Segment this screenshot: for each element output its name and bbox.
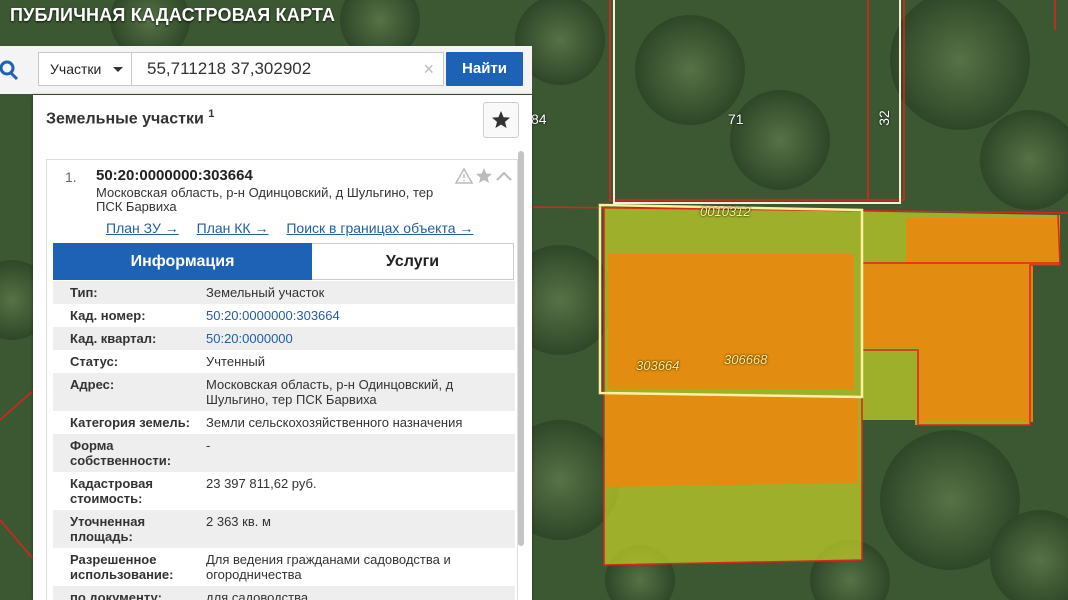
info-key: Кад. номер: <box>70 308 146 323</box>
map-label-32: 32 <box>875 110 892 126</box>
parcel-lower <box>606 393 858 487</box>
info-key: Кадастровая стоимость: <box>70 476 153 506</box>
info-row: Статус: Учтенный <box>53 350 515 373</box>
result-index: 1. <box>65 169 77 185</box>
result-address: Московская область, р-н Одинцовский, д Ш… <box>96 185 434 214</box>
info-row: Форма собственности: - <box>53 434 515 472</box>
map-label-84: 84 <box>531 111 547 127</box>
search-type-label: Участки <box>50 61 102 77</box>
info-value: 2 363 кв. м <box>206 514 271 529</box>
info-key: Форма собственности: <box>70 438 172 468</box>
favorite-button[interactable] <box>483 102 519 138</box>
map-label-303664: 303664 <box>636 358 680 373</box>
info-row: Кад. номер: 50:20:0000000:303664 <box>53 304 515 327</box>
star-icon <box>492 111 510 128</box>
info-row: Кад. квартал: 50:20:0000000 <box>53 327 515 350</box>
warning-icon[interactable] <box>455 167 474 184</box>
chevron-down-icon <box>113 67 123 72</box>
info-value: для садоводства <box>206 590 309 600</box>
info-key: Статус: <box>70 354 119 369</box>
info-row: Разрешенное использование: Для ведения гр… <box>53 548 515 586</box>
tab-services[interactable]: Услуги <box>312 243 514 280</box>
info-key: Уточненная площадь: <box>70 514 146 544</box>
info-row: Тип: Земельный участок <box>53 281 515 304</box>
info-value: Земли сельскохозяйственного назначения <box>206 415 463 430</box>
results-panel: Земельные участки 1 1. 50:20:0000000:303… <box>33 95 532 600</box>
info-value: 23 397 811,62 руб. <box>206 476 317 491</box>
info-key: Кад. квартал: <box>70 331 157 346</box>
result-cad-number[interactable]: 50:20:0000000:303664 <box>96 167 253 184</box>
star-outline-icon[interactable] <box>476 168 492 183</box>
panel-heading: Земельные участки <box>46 110 204 128</box>
info-value: Для ведения гражданами садоводства и ого… <box>206 552 451 582</box>
info-row: Адрес: Московская область, р-н Одинцовски… <box>53 373 515 411</box>
map-label-quarter: 0010312 <box>700 204 751 219</box>
panel-title: Земельные участки 1 <box>46 108 214 128</box>
search-input[interactable]: 55,711218 37,302902 × <box>132 52 444 86</box>
result-tabs: Информация Услуги <box>53 243 515 280</box>
card-tools <box>455 167 512 184</box>
info-row: Уточненная площадь: 2 363 кв. м <box>53 510 515 548</box>
find-button[interactable]: Найти <box>446 52 523 86</box>
result-card: 1. 50:20:0000000:303664 Московская облас… <box>46 159 518 600</box>
search-type-select[interactable]: Участки <box>38 52 132 86</box>
info-key: Адрес: <box>70 377 115 392</box>
info-row: Категория земель: Земли сельскохозяйствен… <box>53 411 515 434</box>
info-value[interactable]: 50:20:0000000:303664 <box>206 308 515 323</box>
info-key: по документу: <box>70 590 162 600</box>
search-query: 55,711218 37,302902 <box>147 59 312 78</box>
info-table: Тип: Земельный участок Кад. номер: 50:20:00… <box>53 281 515 600</box>
info-value[interactable]: 50:20:0000000 <box>206 331 515 346</box>
info-key: Тип: <box>70 285 98 300</box>
link-search-within[interactable]: Поиск в границах объекта → <box>286 220 473 236</box>
panel-scrollbar[interactable] <box>518 151 524 546</box>
info-value: Учтенный <box>206 354 266 369</box>
result-links: План ЗУ → План КК → Поиск в границах объ… <box>106 220 487 236</box>
link-plan-zu[interactable]: План ЗУ → <box>106 220 179 236</box>
info-key: Категория земель: <box>70 415 191 430</box>
map-label-306668: 306668 <box>724 352 768 367</box>
info-row: Кадастровая стоимость: 23 397 811,62 руб. <box>53 472 515 510</box>
result-count: 1 <box>208 108 215 120</box>
search-icon[interactable] <box>0 56 24 86</box>
info-key: Разрешенное использование: <box>70 552 174 582</box>
link-plan-kk[interactable]: План КК → <box>197 220 269 236</box>
app-title: ПУБЛИЧНАЯ КАДАСТРОВАЯ КАРТА <box>10 5 336 25</box>
chevron-up-icon[interactable] <box>496 171 512 181</box>
info-value: Земельный участок <box>206 285 325 300</box>
info-row: по документу: для садоводства <box>53 586 515 600</box>
info-value: - <box>206 438 211 453</box>
info-value: Московская область, р-н Одинцовский, д Ш… <box>206 377 454 407</box>
tab-info[interactable]: Информация <box>53 243 312 280</box>
clear-icon[interactable]: × <box>423 53 434 85</box>
map-label-71: 71 <box>728 111 744 127</box>
